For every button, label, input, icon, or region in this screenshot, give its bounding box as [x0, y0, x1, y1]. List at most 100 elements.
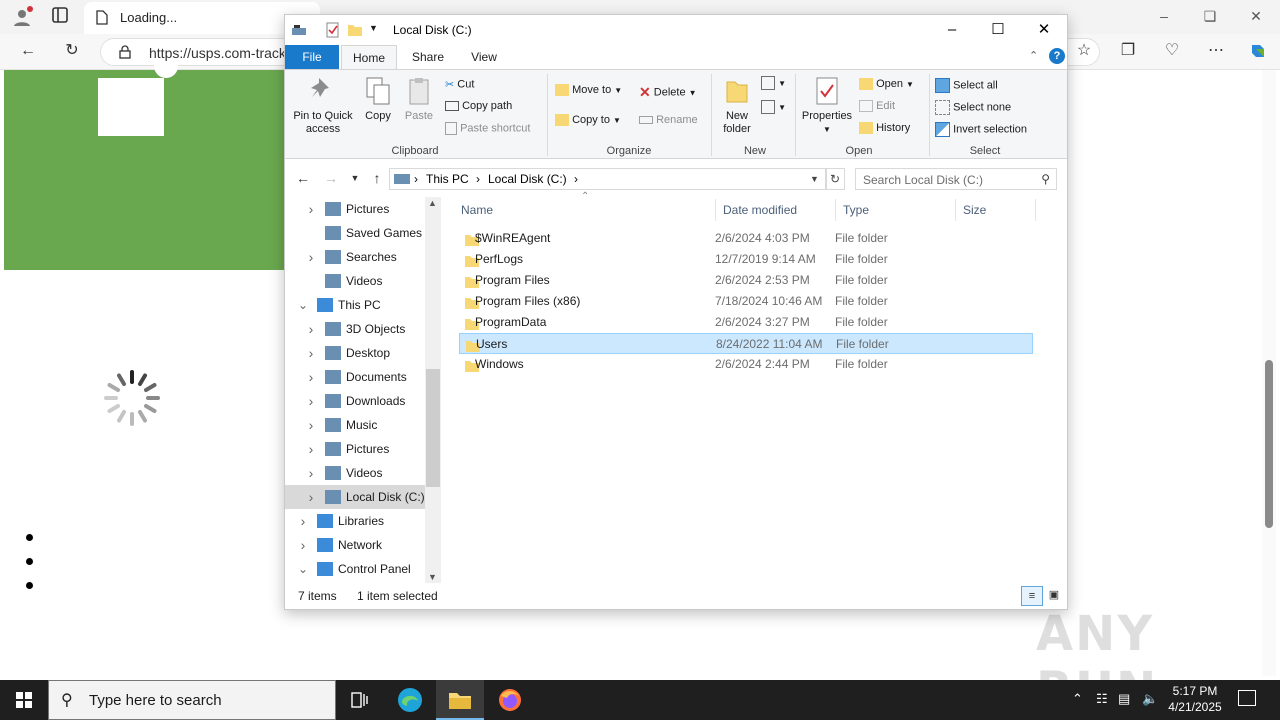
taskbar-search-box[interactable]: ⚲ Type here to search [48, 680, 336, 720]
details-view-icon[interactable]: ≡ [1021, 586, 1043, 606]
scroll-up-icon[interactable]: ▲ [428, 198, 437, 208]
expanded-chevron-icon[interactable]: ⌄ [297, 293, 309, 317]
collections-icon[interactable]: ❐ [1116, 41, 1140, 61]
select-all-button[interactable]: Select all [935, 78, 998, 93]
tab-home[interactable]: Home [341, 45, 397, 69]
volume-icon[interactable]: 🔈 [1142, 691, 1158, 707]
refresh-button[interactable]: ↻ [825, 168, 845, 190]
rename-button[interactable]: Rename [639, 114, 698, 126]
vertical-tabs-icon[interactable] [48, 6, 72, 30]
nav-tree-item[interactable]: › Pictures [285, 437, 425, 461]
collapsed-chevron-icon[interactable]: › [305, 485, 317, 509]
copy-to-button[interactable]: Copy to ▼ [555, 114, 621, 127]
collapsed-chevron-icon[interactable]: › [305, 413, 317, 437]
paste-button[interactable]: Paste [401, 76, 437, 123]
network-icon[interactable]: ▤ [1118, 691, 1130, 707]
column-divider[interactable] [835, 199, 836, 221]
tab-share[interactable]: Share [403, 45, 453, 69]
pin-to-quick-access-button[interactable]: Pin to Quick access [289, 76, 357, 136]
collapsed-chevron-icon[interactable]: › [305, 389, 317, 413]
forward-arrow-icon[interactable]: → [321, 170, 341, 186]
column-header-size[interactable]: Size [963, 203, 986, 217]
up-arrow-icon[interactable]: ↑ [367, 170, 387, 186]
properties-qat-icon[interactable] [325, 22, 341, 38]
file-row[interactable]: ProgramData 2/6/2024 3:27 PM File folder [459, 312, 1033, 333]
system-clock[interactable]: 5:17 PM 4/21/2025 [1160, 683, 1230, 715]
copy-button[interactable]: Copy [361, 76, 395, 123]
address-history-chevron-icon[interactable]: ▼ [810, 174, 819, 184]
nav-tree-item[interactable]: › Downloads [285, 389, 425, 413]
browser-restore-button[interactable]: ❏ [1198, 8, 1222, 25]
collapsed-chevron-icon[interactable]: › [305, 365, 317, 389]
browser-minimize-button[interactable]: – [1152, 8, 1176, 24]
large-icons-view-icon[interactable]: ▣ [1045, 586, 1063, 606]
paste-shortcut-button[interactable]: Paste shortcut [445, 122, 530, 135]
select-none-button[interactable]: Select none [935, 100, 1011, 115]
expanded-chevron-icon[interactable]: ⌄ [297, 557, 309, 581]
column-divider[interactable] [1035, 199, 1036, 221]
breadcrumb-this-pc[interactable]: This PC [426, 172, 469, 186]
tab-file[interactable]: File [285, 45, 339, 69]
page-scroll-thumb[interactable] [1265, 360, 1273, 528]
collapse-ribbon-icon[interactable]: ⌃ [1029, 49, 1038, 62]
file-row[interactable]: Users 8/24/2022 11:04 AM File folder [459, 333, 1033, 354]
page-scrollbar[interactable] [1262, 70, 1276, 676]
back-icon[interactable]: ← [16, 41, 40, 61]
history-button[interactable]: History [859, 122, 910, 135]
nav-tree-item[interactable]: › Videos [285, 461, 425, 485]
taskbar-file-explorer[interactable] [436, 680, 484, 720]
address-breadcrumb-bar[interactable]: › This PC › Local Disk (C:) › ▼ [389, 168, 827, 190]
open-button[interactable]: Open ▼ [859, 78, 914, 91]
nav-tree-item[interactable]: › Libraries [285, 509, 425, 533]
task-view-button[interactable] [336, 680, 384, 720]
new-item-button[interactable]: ▼ [761, 76, 786, 90]
more-icon[interactable]: ⋯ [1204, 41, 1228, 61]
nav-tree-item[interactable]: ⌄ Control Panel [285, 557, 425, 581]
scroll-down-icon[interactable]: ▼ [428, 572, 437, 582]
column-header-name[interactable]: Name [461, 203, 493, 217]
file-row[interactable]: Program Files 2/6/2024 2:53 PM File folder [459, 270, 1033, 291]
refresh-icon[interactable]: ↻ [60, 41, 84, 61]
easy-access-button[interactable]: ▼ [761, 100, 786, 114]
start-button[interactable] [0, 680, 48, 720]
move-to-button[interactable]: Move to ▼ [555, 84, 622, 97]
minimize-button[interactable]: – [929, 15, 975, 45]
delete-button[interactable]: ✕ Delete ▼ [639, 84, 697, 101]
file-row[interactable]: PerfLogs 12/7/2019 9:14 AM File folder [459, 249, 1033, 270]
collapsed-chevron-icon[interactable]: › [305, 341, 317, 365]
breadcrumb-local-disk[interactable]: Local Disk (C:) [488, 172, 567, 186]
column-header-type[interactable]: Type [843, 203, 869, 217]
search-box[interactable]: Search Local Disk (C:) ⚲ [855, 168, 1057, 190]
nav-tree-item[interactable]: › 3D Objects [285, 317, 425, 341]
favorites-icon[interactable]: ☆ [1072, 41, 1096, 61]
new-folder-button[interactable]: New folder [715, 76, 759, 136]
collapsed-chevron-icon[interactable]: › [305, 317, 317, 341]
notifications-icon[interactable] [1238, 690, 1256, 706]
nav-scrollbar[interactable]: ▲ ▼ [425, 197, 441, 583]
edit-button[interactable]: Edit [859, 100, 895, 113]
browser-essentials-icon[interactable]: ♡ [1160, 41, 1184, 61]
nav-tree-item[interactable]: › Music [285, 413, 425, 437]
nav-tree-item[interactable]: ⌄ This PC [285, 293, 425, 317]
file-row[interactable]: Windows 2/6/2024 2:44 PM File folder [459, 354, 1033, 375]
customize-qat-chevron-icon[interactable]: ▼ [369, 23, 385, 39]
collapsed-chevron-icon[interactable]: › [305, 245, 317, 269]
file-row[interactable]: Program Files (x86) 7/18/2024 10:46 AM Fil… [459, 291, 1033, 312]
taskbar-firefox[interactable] [486, 680, 534, 720]
maximize-button[interactable]: ☐ [975, 15, 1021, 45]
nav-tree-item[interactable]: › Local Disk (C:) [285, 485, 425, 509]
collapsed-chevron-icon[interactable]: › [297, 533, 309, 557]
collapsed-chevron-icon[interactable]: › [305, 437, 317, 461]
recent-locations-chevron-icon[interactable]: ▼ [345, 173, 365, 183]
new-folder-qat-icon[interactable] [347, 22, 363, 38]
invert-selection-button[interactable]: Invert selection [935, 122, 1027, 137]
nav-tree-item[interactable]: › Pictures [285, 197, 425, 221]
close-button[interactable]: ✕ [1021, 15, 1067, 45]
back-arrow-icon[interactable]: ← [293, 170, 313, 186]
tab-view[interactable]: View [459, 45, 509, 69]
properties-button[interactable]: Properties ▼ [799, 76, 855, 136]
browser-close-button[interactable]: ✕ [1244, 8, 1268, 25]
nav-tree-item[interactable]: › Network [285, 533, 425, 557]
nav-tree-item[interactable]: Saved Games [285, 221, 425, 245]
device-icon[interactable]: ☷ [1096, 691, 1108, 707]
